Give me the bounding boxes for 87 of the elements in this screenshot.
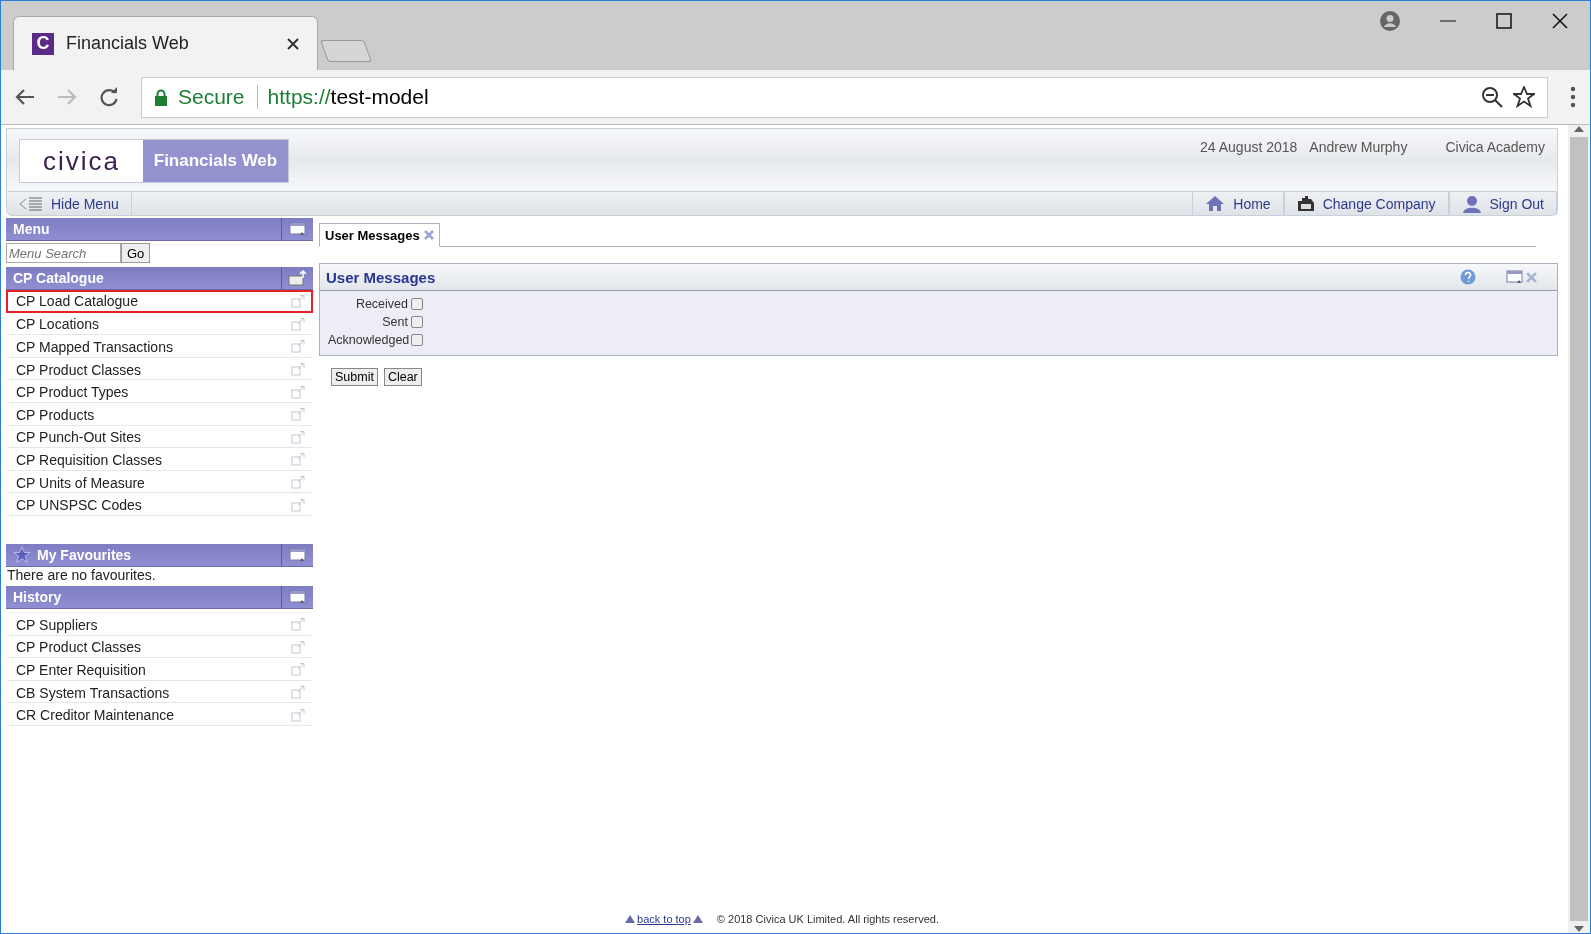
window-icon[interactable]	[288, 222, 307, 236]
open-window-icon	[291, 385, 305, 399]
nav-link[interactable]: Home	[1192, 192, 1284, 215]
scroll-down-icon[interactable]	[1574, 925, 1584, 933]
back-arrow-icon[interactable]	[15, 88, 35, 106]
history-item[interactable]: CP Product Classes	[6, 635, 313, 659]
maximize-icon[interactable]	[1496, 13, 1512, 29]
menu-header: Menu	[6, 218, 313, 241]
menu-item[interactable]: CP Load Catalogue	[6, 290, 313, 313]
menu-item[interactable]: CP Products	[6, 402, 313, 426]
menu-item[interactable]: CP UNSPSC Codes	[6, 493, 313, 516]
company-name: Civica Academy	[1445, 139, 1545, 155]
open-window-icon	[291, 317, 305, 331]
open-window-icon	[291, 476, 305, 490]
star-icon[interactable]	[1513, 86, 1535, 108]
civica-logo: civica	[20, 140, 143, 182]
menu-item[interactable]: CP Mapped Transactions	[6, 335, 313, 358]
panel-title: User Messages	[326, 268, 437, 286]
nav-link[interactable]: Change Company	[1283, 192, 1449, 215]
open-window-icon	[291, 408, 305, 422]
filter-label: Sent	[381, 315, 408, 329]
address-bar[interactable]: Secure https://test-model	[141, 76, 1548, 118]
filter-label: Acknowledged	[328, 333, 408, 347]
open-window-icon	[291, 663, 305, 677]
menu-item[interactable]: CP Requisition Classes	[6, 448, 313, 471]
window-icon[interactable]	[1506, 270, 1524, 284]
menu-item[interactable]: CP Locations	[6, 312, 313, 336]
filter-checkbox[interactable]	[411, 334, 423, 346]
open-window-icon	[291, 294, 305, 308]
content-tab[interactable]: User Messages	[319, 223, 440, 247]
user-icon	[1461, 194, 1482, 213]
home-icon	[1205, 195, 1226, 212]
menu-item[interactable]: CP Units of Measure	[6, 470, 313, 494]
open-window-icon	[291, 686, 305, 699]
close-icon[interactable]	[1552, 13, 1568, 29]
browser-tab-title: Financials Web	[66, 33, 190, 54]
scrollbar[interactable]	[1568, 125, 1590, 933]
open-window-icon	[291, 498, 305, 512]
reload-icon[interactable]	[99, 87, 119, 107]
zoom-icon[interactable]	[1481, 86, 1503, 108]
building-icon	[1296, 195, 1315, 212]
go-button[interactable]: Go	[121, 243, 151, 263]
history-item[interactable]: CR Creditor Maintenance	[6, 703, 313, 726]
browser-tab[interactable]: C Financials Web	[13, 16, 318, 70]
filter-checkbox[interactable]	[411, 298, 423, 310]
url-text: https://test-model	[267, 85, 429, 109]
back-to-top-link[interactable]: back to top	[625, 913, 703, 925]
account-icon[interactable]	[1380, 11, 1400, 31]
history-item[interactable]: CB System Transactions	[6, 680, 313, 704]
collapse-menu-icon	[19, 196, 43, 211]
menu-item[interactable]: CP Product Types	[6, 380, 313, 403]
section-header: CP Catalogue	[6, 267, 313, 290]
folder-up-icon[interactable]	[287, 270, 308, 286]
nav-link[interactable]: Sign Out	[1448, 192, 1557, 215]
open-window-icon	[291, 708, 305, 722]
window-icon[interactable]	[288, 589, 307, 604]
copyright-text: © 2018 Civica UK Limited. All rights reserved.	[716, 913, 939, 925]
favourites-header: My Favourites	[6, 543, 313, 567]
form-button[interactable]: Clear	[383, 368, 422, 386]
star-icon	[13, 545, 31, 564]
window-icon[interactable]	[288, 547, 307, 562]
close-icon[interactable]	[287, 37, 299, 50]
menu-item[interactable]: CP Product Classes	[6, 357, 313, 381]
favicon: C	[32, 32, 54, 55]
user-name: Andrew Murphy	[1309, 139, 1408, 155]
open-window-icon	[291, 340, 305, 354]
open-window-icon	[291, 430, 305, 444]
menu-search-field[interactable]: Menu Search	[6, 243, 121, 263]
form-button[interactable]: Submit	[331, 368, 378, 386]
open-window-icon	[291, 453, 305, 467]
open-window-icon	[291, 363, 305, 377]
product-name: Financials Web	[143, 140, 288, 182]
security-label: Secure	[178, 85, 258, 109]
open-window-icon	[291, 618, 305, 632]
filter-checkbox[interactable]	[411, 316, 423, 328]
lock-icon	[154, 88, 168, 106]
filter-label: Received	[354, 297, 408, 311]
history-item[interactable]: CP Enter Requisition	[6, 658, 313, 681]
open-window-icon	[291, 640, 305, 654]
menu-item[interactable]: CP Punch-Out Sites	[6, 425, 313, 449]
history-header: History	[6, 585, 313, 609]
help-icon[interactable]	[1460, 269, 1476, 285]
empty-favourites-text: There are no favourites.	[6, 566, 157, 585]
menu-icon[interactable]	[1570, 86, 1576, 108]
history-item[interactable]: CP Suppliers	[6, 612, 313, 636]
hide-menu-button[interactable]: Hide Menu	[7, 192, 132, 215]
current-date: 24 August 2018	[1200, 139, 1298, 155]
